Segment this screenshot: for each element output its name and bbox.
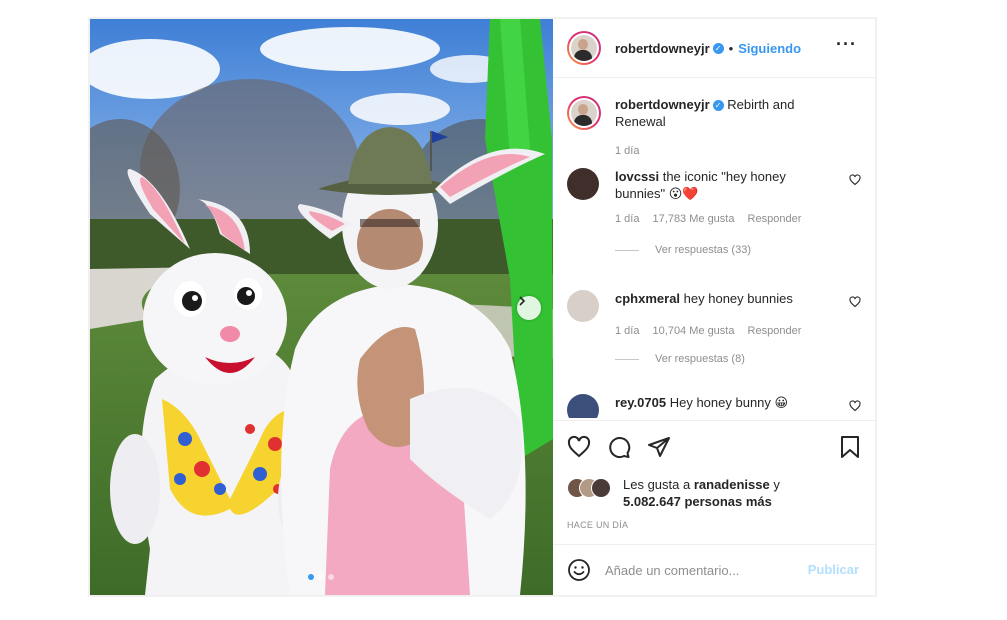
caption-author-avatar[interactable] [567, 96, 601, 130]
like-heart-icon[interactable] [567, 435, 591, 459]
comment-text: lovcssi the iconic "hey honey bunnies" 😮… [615, 168, 835, 228]
verified-badge-icon: ✓ [712, 42, 724, 54]
carousel-dot-1[interactable] [308, 574, 314, 580]
bookmark-icon [841, 436, 859, 458]
comment-username[interactable]: lovcssi [615, 169, 659, 184]
liker-username[interactable]: ranadenisse [694, 477, 770, 492]
comment-meta: 1 día 10,704 Me gusta Responder [615, 323, 835, 340]
post-details-panel: robertdowneyjr ✓ • Siguiendo ··· robertd… [553, 19, 875, 595]
share-paper-plane-icon[interactable] [647, 435, 671, 459]
author-username[interactable]: robertdowneyjr [615, 41, 710, 56]
comment-time[interactable]: 1 día [615, 325, 639, 337]
comment-like-heart-icon[interactable] [849, 400, 861, 412]
comments-list[interactable]: robertdowneyjr ✓ Rebirth and Renewal 1 dí… [553, 78, 875, 418]
caption-username[interactable]: robertdowneyjr [615, 97, 710, 112]
comment-body: Hey honey bunny 😀 [669, 395, 789, 410]
caption-time[interactable]: 1 día [615, 145, 639, 157]
post-actions: Les gusta a ranadenisse y 5.082.647 pers… [553, 420, 875, 530]
view-replies-link[interactable]: Ver respuestas (8) [615, 353, 745, 365]
reply-button[interactable]: Responder [748, 325, 802, 337]
carousel-next-button[interactable] [517, 296, 541, 320]
header-meta: robertdowneyjr ✓ • Siguiendo [615, 41, 801, 56]
action-icons [567, 435, 671, 459]
carousel-dot-2[interactable] [318, 574, 324, 580]
author-avatar[interactable] [567, 31, 601, 65]
carousel-dots [308, 574, 334, 580]
comment-text: cphxmeral hey honey bunnies 1 día 10,704… [615, 290, 835, 340]
likes-conjunction: y [773, 477, 780, 492]
verified-badge-icon: ✓ [712, 100, 724, 112]
post-timestamp[interactable]: HACE UN DÍA [567, 520, 628, 530]
instagram-post-card: robertdowneyjr ✓ • Siguiendo ··· robertd… [89, 18, 876, 596]
commenter-avatar[interactable] [567, 290, 599, 322]
comment-body: hey honey bunnies [683, 291, 793, 306]
save-bookmark-button[interactable] [839, 435, 861, 459]
carousel-dot-3[interactable] [328, 574, 334, 580]
comment-time[interactable]: 1 día [615, 213, 639, 225]
comment-username[interactable]: cphxmeral [615, 291, 680, 306]
reply-button[interactable]: Responder [748, 213, 802, 225]
caption-meta: 1 día [615, 143, 835, 160]
likes-others-link[interactable]: 5.082.647 personas más [623, 494, 772, 509]
liker-avatars [567, 478, 617, 498]
commenter-avatar[interactable] [567, 168, 599, 200]
post-photo[interactable] [90, 19, 553, 595]
add-comment-bar: Publicar [553, 544, 875, 595]
chevron-right-icon [519, 296, 526, 306]
likes-prefix: Les gusta a [623, 477, 691, 492]
emoji-picker-icon[interactable] [567, 558, 591, 582]
comment-like-heart-icon[interactable] [849, 174, 861, 186]
post-header: robertdowneyjr ✓ • Siguiendo ··· [553, 19, 875, 78]
likes-text: Les gusta a ranadenisse y 5.082.647 pers… [623, 476, 863, 510]
following-button[interactable]: Siguiendo [738, 41, 801, 56]
publish-button[interactable]: Publicar [808, 562, 859, 577]
caption-text: robertdowneyjr ✓ Rebirth and Renewal 1 dí… [615, 96, 835, 160]
comment-input[interactable] [605, 559, 805, 581]
comment-bubble-icon[interactable] [607, 435, 631, 459]
more-options-icon[interactable]: ··· [836, 35, 857, 53]
commenter-avatar[interactable] [567, 394, 599, 418]
comment-username[interactable]: rey.0705 [615, 395, 666, 410]
separator-dot: • [728, 40, 734, 56]
comment-likes[interactable]: 10,704 Me gusta [653, 325, 735, 337]
comment-like-heart-icon[interactable] [849, 296, 861, 308]
comment-meta: 1 día 17,783 Me gusta Responder [615, 211, 835, 228]
easter-bunnies-photo [90, 19, 553, 595]
liker-avatar[interactable] [591, 478, 611, 498]
comment-text: rey.0705 Hey honey bunny 😀 [615, 394, 835, 411]
view-replies-link[interactable]: Ver respuestas (33) [615, 244, 751, 256]
comment-likes[interactable]: 17,783 Me gusta [653, 213, 735, 225]
